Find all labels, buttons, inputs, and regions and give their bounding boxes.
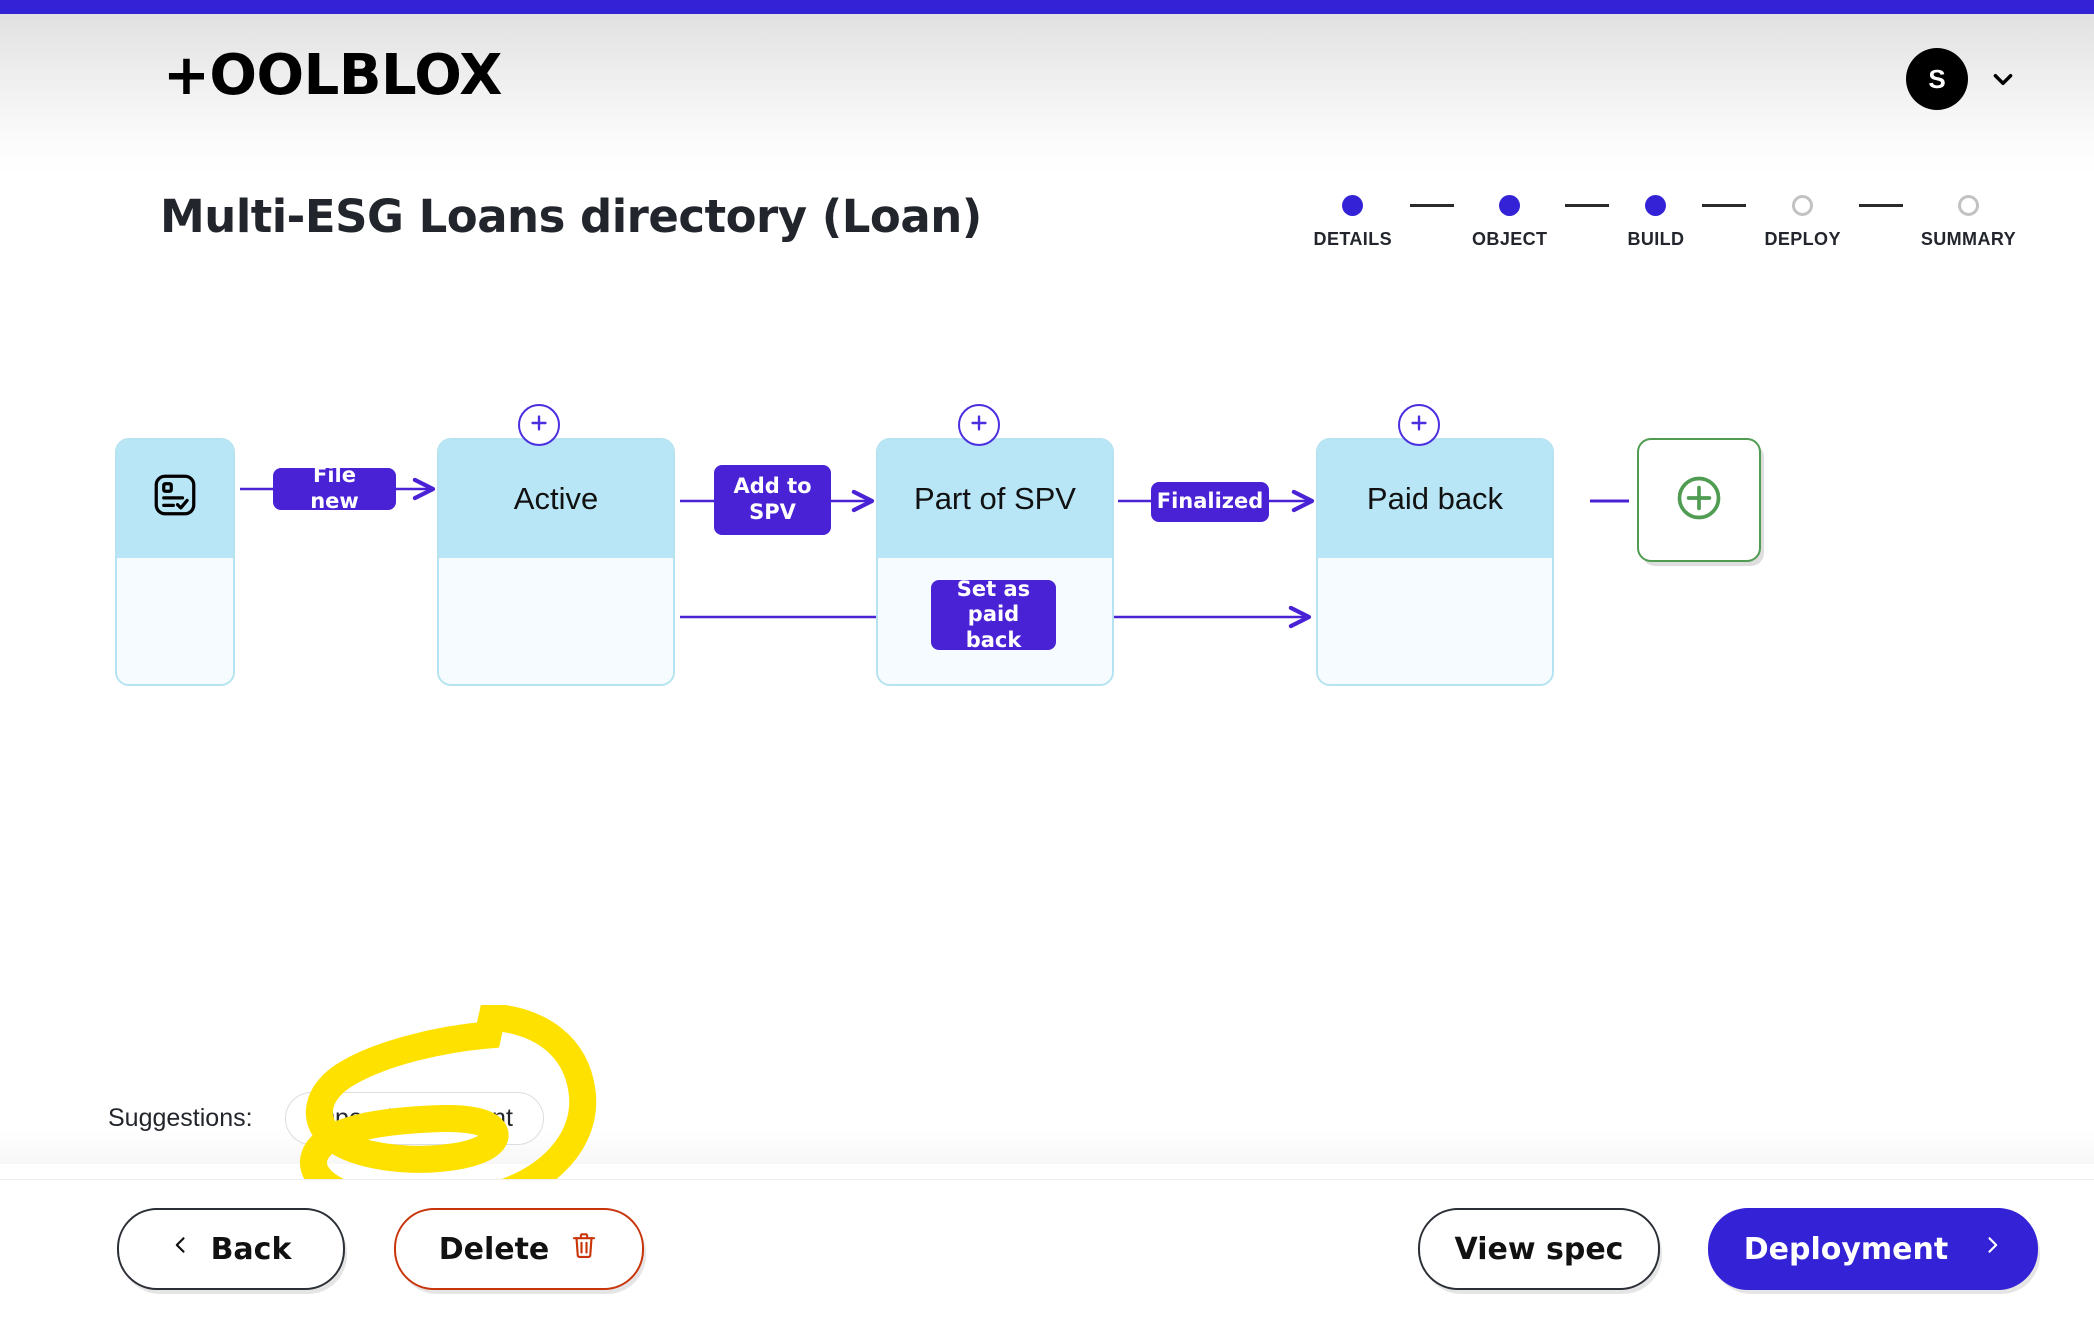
workflow-state-paid-back[interactable]: Paid back <box>1316 438 1554 686</box>
suggestions-row: Suggestions: Open AI Assistant <box>108 1092 544 1145</box>
add-transition-button-part-of-spv[interactable] <box>958 404 1000 446</box>
transition-pill-set-as-paid-back[interactable]: Set as paid back <box>931 576 1056 652</box>
transition-label: File new <box>310 463 359 513</box>
workflow-start-node-body <box>117 558 233 684</box>
view-spec-button-label: View spec <box>1454 1231 1624 1267</box>
top-accent-bar <box>0 0 2094 14</box>
plus-circle-icon <box>1408 412 1430 439</box>
transition-pill-file-new[interactable]: File new <box>273 463 396 513</box>
stepper-dot <box>1957 195 1979 216</box>
stepper-label: OBJECT <box>1472 229 1548 249</box>
add-state-button[interactable] <box>1637 438 1761 562</box>
stepper-dot <box>1792 195 1814 216</box>
transition-pill-add-to-spv[interactable]: Add to SPV <box>714 465 831 535</box>
stepper-label: BUILD <box>1627 229 1685 249</box>
workflow-start-node-header <box>117 440 233 558</box>
stepper-dot <box>1645 195 1667 216</box>
stepper-connector <box>1858 204 1903 207</box>
suggestion-chip-open-ai-assistant[interactable]: Open AI Assistant <box>284 1092 544 1145</box>
suggestions-label: Suggestions: <box>108 1104 253 1132</box>
transition-label-line1: Set as <box>956 576 1031 601</box>
transition-label: Finalized <box>1156 489 1264 514</box>
user-menu[interactable]: S <box>1906 48 2016 110</box>
add-transition-button-paid-back[interactable] <box>1398 404 1440 446</box>
chevron-left-icon <box>171 1230 191 1268</box>
plus-circle-outline-icon <box>1673 472 1725 529</box>
workflow-start-node[interactable] <box>115 438 235 686</box>
deployment-button-label: Deployment <box>1743 1231 1949 1267</box>
transition-label-line1: Add to <box>733 474 812 499</box>
workflow-state-body <box>439 558 673 684</box>
workflow-state-label: Active <box>439 440 673 558</box>
chevron-right-icon <box>1982 1230 2002 1268</box>
stepper-step-object[interactable]: OBJECT <box>1472 195 1547 250</box>
plus-circle-icon <box>528 412 550 439</box>
plus-circle-icon <box>968 412 990 439</box>
stepper-label: SUMMARY <box>1920 229 2016 249</box>
delete-button-label: Delete <box>438 1231 550 1267</box>
transition-label-line2: paid back <box>965 602 1022 652</box>
trash-icon <box>569 1228 599 1270</box>
workflow-state-body <box>1318 558 1552 684</box>
wizard-stepper: DETAILS OBJECT BUILD DEPLOY SUMMARY <box>1314 195 2016 250</box>
stepper-dot <box>1499 195 1521 216</box>
stepper-step-summary[interactable]: SUMMARY <box>1921 195 2016 250</box>
stepper-connector <box>1702 204 1747 207</box>
back-button[interactable]: Back <box>117 1208 345 1290</box>
page-title: Multi-ESG Loans directory (Loan) <box>160 190 982 243</box>
stepper-dot <box>1342 195 1364 216</box>
stepper-step-deploy[interactable]: DEPLOY <box>1764 195 1840 250</box>
stepper-label: DETAILS <box>1313 229 1393 249</box>
stepper-connector <box>1410 204 1455 207</box>
workflow-state-active[interactable]: Active <box>437 438 675 686</box>
workflow-state-label: Paid back <box>1318 440 1552 558</box>
add-transition-button-active[interactable] <box>518 404 560 446</box>
stepper-step-build[interactable]: BUILD <box>1627 195 1684 250</box>
brand-logo[interactable]: +OOLBLOX <box>163 48 502 104</box>
transition-label-line2: SPV <box>749 500 796 524</box>
stepper-label: DEPLOY <box>1764 229 1841 249</box>
deployment-button[interactable]: Deployment <box>1708 1208 2038 1290</box>
transition-pill-finalized[interactable]: Finalized <box>1151 482 1269 522</box>
stepper-step-details[interactable]: DETAILS <box>1314 195 1392 250</box>
view-spec-button[interactable]: View spec <box>1418 1208 1660 1290</box>
avatar[interactable]: S <box>1906 48 1968 110</box>
workflow-state-label: Part of SPV <box>878 440 1112 558</box>
back-button-label: Back <box>210 1231 292 1267</box>
stepper-connector <box>1565 204 1610 207</box>
delete-button[interactable]: Delete <box>394 1208 644 1290</box>
chevron-down-icon[interactable] <box>1990 66 2016 92</box>
document-checklist-icon <box>150 470 200 528</box>
